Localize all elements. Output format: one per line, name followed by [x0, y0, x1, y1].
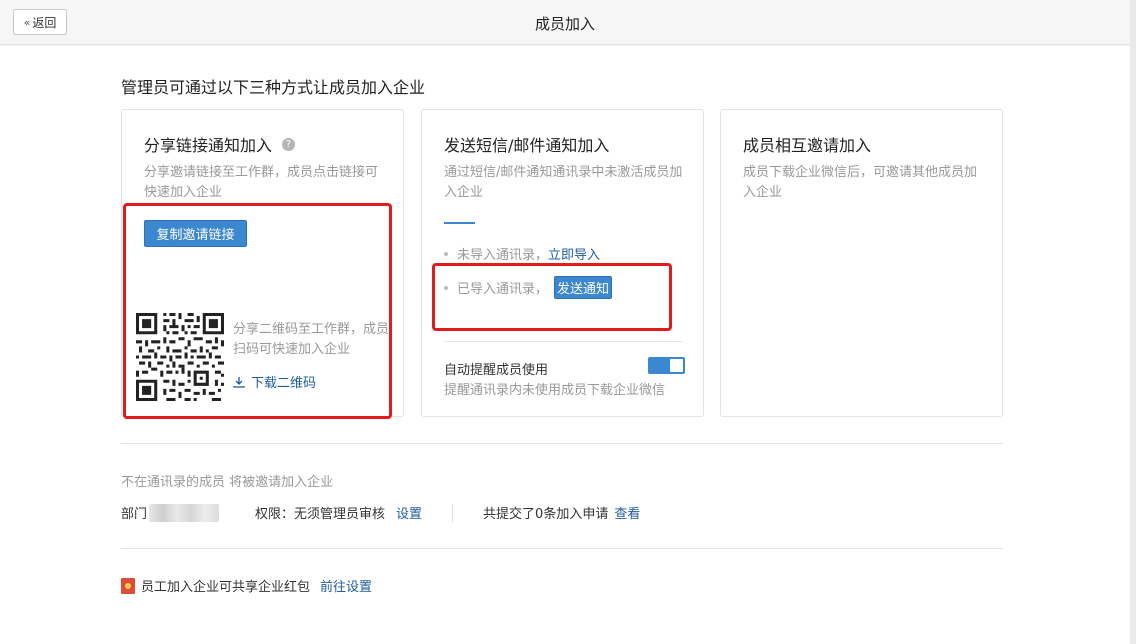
toggle-knob: [670, 359, 683, 372]
red-packet-icon: [121, 577, 135, 594]
page-title: 成员加入: [534, 15, 595, 33]
download-icon: [233, 376, 245, 388]
go-settings-link[interactable]: 前往设置: [320, 576, 372, 595]
auto-remind-description: 提醒通讯录内未使用成员下载企业微信: [444, 383, 666, 398]
permission-text: 权限：无须管理员审核: [255, 507, 386, 522]
window-edge: [1130, 0, 1136, 644]
card-title: 分享链接通知加入 ?: [144, 132, 296, 156]
card-title: 发送短信/邮件通知加入: [444, 136, 610, 155]
view-applications-link[interactable]: 查看: [614, 503, 640, 522]
qr-code-image: [136, 313, 224, 401]
qr-description: 分享二维码至工作群，成员扫码可快速加入企业: [233, 322, 390, 357]
department-label: 部门: [121, 507, 148, 522]
card-title-text: 分享链接通知加入: [144, 136, 273, 155]
not-imported-row: 未导入通讯录， 立即导入: [444, 244, 600, 263]
red-packet-text: 员工加入企业可共享企业红包: [141, 580, 311, 595]
divider: [444, 341, 683, 342]
help-icon[interactable]: ?: [282, 137, 296, 151]
applications-text: 共提交了0条加入申请: [483, 507, 609, 522]
department-value-redacted[interactable]: [149, 503, 220, 522]
top-bar: « 返回 成员加入: [0, 0, 1130, 45]
red-packet-row: 员工加入企业可共享企业红包 前往设置: [121, 576, 372, 595]
bullet-icon: [444, 285, 448, 290]
bullet-icon: [444, 251, 448, 256]
card-share-link: 分享链接通知加入 ? 分享邀请链接至工作群，成员点击链接可快速加入企业 复制邀请…: [121, 109, 404, 417]
auto-remind-label: 自动提醒成员使用: [444, 363, 549, 378]
intro-text: 管理员可通过以下三种方式让成员加入企业: [121, 78, 426, 97]
imported-row: 已导入通讯录， 发送通知: [444, 276, 613, 299]
card-description: 通过短信/邮件通知通讯录中未激活成员加入企业: [444, 165, 683, 200]
import-now-link[interactable]: 立即导入: [548, 244, 600, 263]
imported-text: 已导入通讯录，: [457, 282, 549, 297]
accent-divider: [444, 222, 475, 224]
auto-remind-toggle[interactable]: [648, 357, 685, 374]
send-notification-button[interactable]: 发送通知: [554, 276, 613, 299]
not-in-contacts-text: 不在通讯录的成员 将被邀请加入企业: [121, 475, 334, 490]
download-qr-label: 下载二维码: [251, 376, 317, 391]
permission-settings-link[interactable]: 设置: [396, 503, 422, 522]
card-description: 成员下载企业微信后，可邀请其他成员加入企业: [743, 165, 978, 200]
vertical-separator: [452, 503, 454, 522]
section-divider: [121, 548, 1003, 549]
section-divider: [121, 443, 1003, 444]
settings-row: 部门 权限：无须管理员审核 设置 共提交了0条加入申请 查看: [121, 503, 640, 522]
card-sms-email: 发送短信/邮件通知加入 通过短信/邮件通知通讯录中未激活成员加入企业 未导入通讯…: [421, 109, 704, 417]
main-content: 管理员可通过以下三种方式让成员加入企业 分享链接通知加入 ? 分享邀请链接至工作…: [0, 46, 1130, 644]
copy-invite-link-button[interactable]: 复制邀请链接: [144, 220, 247, 247]
card-title: 成员相互邀请加入: [743, 136, 872, 155]
card-description: 分享邀请链接至工作群，成员点击链接可快速加入企业: [144, 165, 379, 200]
download-qr-link[interactable]: 下载二维码: [233, 372, 316, 391]
not-imported-text: 未导入通讯录，: [457, 248, 549, 263]
card-mutual-invite: 成员相互邀请加入 成员下载企业微信后，可邀请其他成员加入企业: [720, 109, 1003, 417]
